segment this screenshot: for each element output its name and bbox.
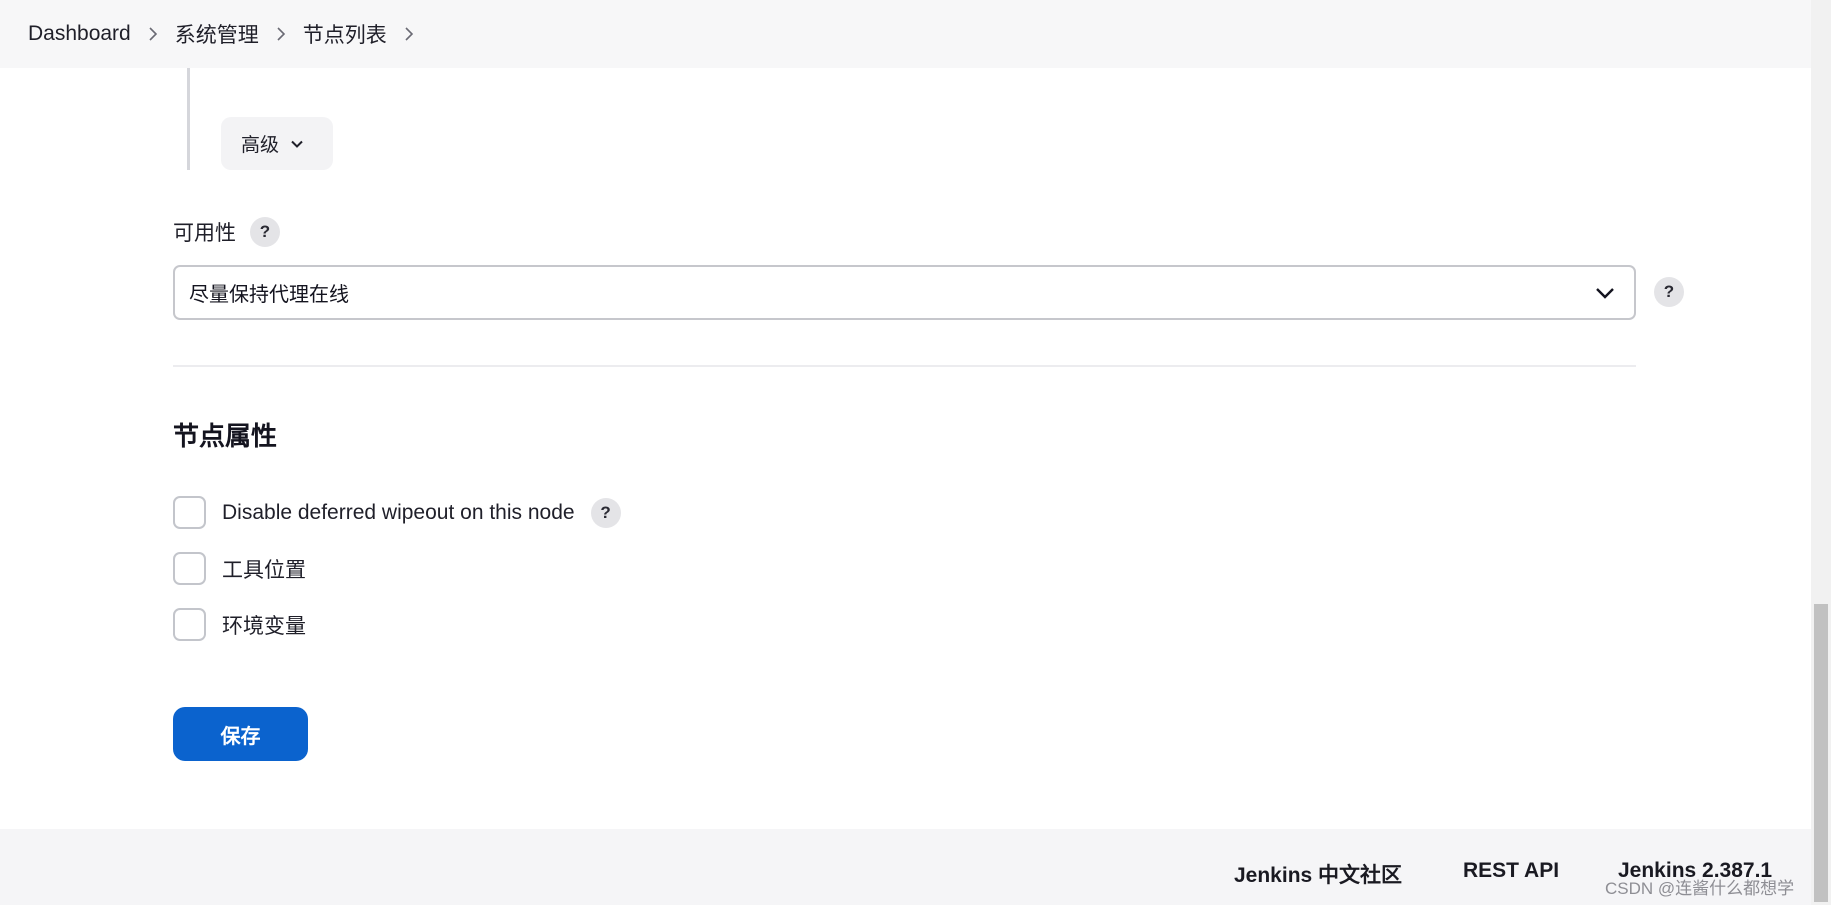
section-divider: [173, 365, 1636, 367]
node-properties-title: 节点属性: [173, 421, 278, 451]
chevron-down-icon: [1596, 288, 1614, 299]
option-tool-locations: 工具位置: [173, 552, 306, 585]
breadcrumb: Dashboard 系统管理 节点列表: [0, 0, 1811, 68]
breadcrumb-node-list[interactable]: 节点列表: [303, 19, 387, 49]
disable-deferred-wipeout-checkbox[interactable]: [173, 496, 206, 529]
chevron-right-icon: [259, 22, 303, 46]
footer-link-jenkins-community[interactable]: Jenkins 中文社区: [1234, 859, 1402, 889]
footer: Jenkins 中文社区 REST API Jenkins 2.387.1: [0, 829, 1811, 905]
availability-help-icon[interactable]: ?: [250, 217, 280, 247]
disable-deferred-wipeout-label[interactable]: Disable deferred wipeout on this node: [222, 501, 575, 525]
option-disable-deferred-wipeout: Disable deferred wipeout on this node ?: [173, 496, 621, 529]
option-environment-variables: 环境变量: [173, 608, 306, 641]
advanced-label: 高级: [241, 135, 280, 156]
section-rail: [187, 68, 190, 170]
save-button[interactable]: 保存: [173, 707, 308, 761]
footer-link-rest-api[interactable]: REST API: [1463, 859, 1559, 883]
breadcrumb-system-management[interactable]: 系统管理: [175, 19, 259, 49]
availability-selected-value: 尽量保持代理在线: [189, 284, 349, 306]
availability-select-help-icon[interactable]: ?: [1654, 277, 1684, 307]
availability-select[interactable]: 尽量保持代理在线: [173, 265, 1636, 320]
availability-label: 可用性: [173, 222, 236, 245]
disable-deferred-wipeout-help-icon[interactable]: ?: [590, 497, 621, 528]
availability-label-row: 可用性 ?: [173, 217, 280, 247]
chevron-down-icon: [291, 140, 303, 148]
advanced-button[interactable]: 高级: [221, 117, 333, 170]
environment-variables-checkbox[interactable]: [173, 608, 206, 641]
page: Dashboard 系统管理 节点列表 高级 可用性 ? 尽量保持代理在线 ? …: [0, 0, 1831, 905]
environment-variables-label[interactable]: 环境变量: [222, 610, 306, 640]
breadcrumb-dashboard[interactable]: Dashboard: [28, 22, 131, 46]
watermark: CSDN @连酱什么都想学: [1605, 879, 1795, 898]
tool-locations-checkbox[interactable]: [173, 552, 206, 585]
tool-locations-label[interactable]: 工具位置: [222, 554, 306, 584]
chevron-right-icon[interactable]: [387, 22, 431, 46]
chevron-right-icon: [131, 22, 175, 46]
scrollbar-thumb[interactable]: [1814, 604, 1828, 902]
